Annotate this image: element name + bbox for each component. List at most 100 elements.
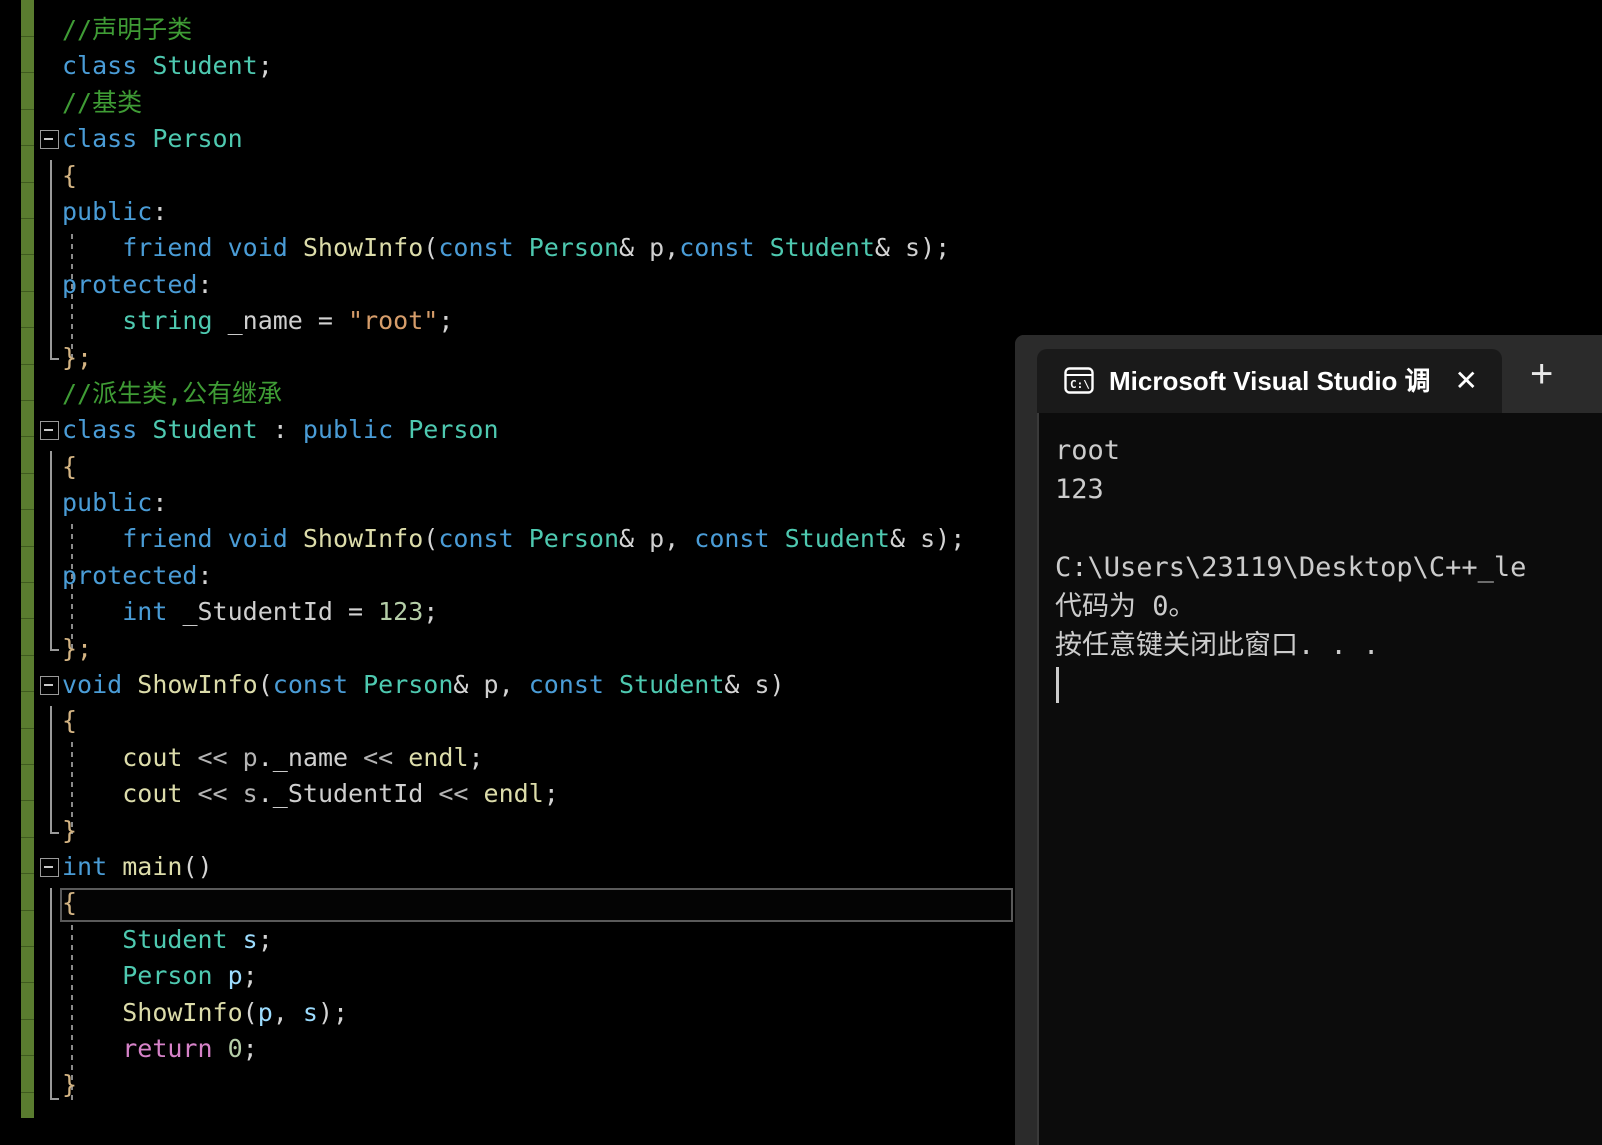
code-line[interactable]: } bbox=[0, 1067, 1015, 1103]
code-token: class bbox=[62, 415, 138, 445]
console-tab-title: Microsoft Visual Studio 调试控 bbox=[1109, 366, 1429, 396]
code-token: //派生类,公有继承 bbox=[62, 378, 283, 408]
code-token: public bbox=[62, 196, 153, 226]
code-token: ); bbox=[935, 524, 966, 554]
console-line: root bbox=[1055, 435, 1121, 466]
code-token: }; bbox=[62, 342, 93, 372]
fold-collapse-icon[interactable] bbox=[40, 857, 59, 877]
code-token: : bbox=[152, 196, 168, 226]
code-token: s bbox=[242, 779, 258, 809]
console-line: C:\Users\23119\Desktop\C++_le bbox=[1055, 552, 1527, 583]
code-line[interactable]: Student s; bbox=[0, 922, 1015, 958]
console-output[interactable]: root 123 C:\Users\23119\Desktop\C++_le 代码为 … bbox=[1037, 413, 1602, 1145]
code-token: ( bbox=[257, 670, 273, 700]
code-line[interactable]: }; bbox=[0, 340, 1015, 376]
code-token: () bbox=[182, 851, 213, 881]
code-token: ); bbox=[920, 233, 951, 263]
code-token: "root" bbox=[348, 306, 439, 336]
code-token: ShowInfo bbox=[137, 670, 258, 700]
fold-collapse-icon[interactable] bbox=[40, 130, 59, 150]
code-token: << bbox=[438, 779, 469, 809]
code-line[interactable]: void ShowInfo(const Person& p, const Stu… bbox=[0, 667, 1015, 703]
code-line[interactable]: //声明子类 bbox=[0, 12, 1015, 48]
code-token: & bbox=[619, 233, 650, 263]
code-token: ; bbox=[257, 51, 273, 81]
code-token: endl bbox=[483, 779, 544, 809]
code-token: : bbox=[257, 415, 303, 445]
code-line[interactable]: protected: bbox=[0, 267, 1015, 303]
code-token: & bbox=[874, 233, 906, 263]
code-line[interactable]: friend void ShowInfo(const Person& p, co… bbox=[0, 521, 1015, 557]
code-line[interactable]: ShowInfo(p, s); bbox=[0, 995, 1015, 1031]
code-token: } bbox=[62, 815, 78, 845]
code-line[interactable]: class Person bbox=[0, 121, 1015, 157]
code-editor[interactable]: //声明子类 class Student;//基类 class Person{pub… bbox=[0, 0, 1015, 1145]
code-line[interactable]: string _name = "root"; bbox=[0, 303, 1015, 339]
code-line[interactable]: int main() bbox=[0, 849, 1015, 885]
code-line[interactable]: class Student : public Person bbox=[0, 412, 1015, 448]
code-line[interactable]: cout << s._StudentId << endl; bbox=[0, 776, 1015, 812]
code-line[interactable]: } bbox=[0, 813, 1015, 849]
code-line[interactable]: class Student; bbox=[0, 48, 1015, 84]
code-token: s bbox=[905, 233, 921, 263]
console-window[interactable]: C:\ Microsoft Visual Studio 调试控 ✕ + root… bbox=[1015, 335, 1602, 1145]
code-token: void bbox=[227, 524, 288, 554]
code-line[interactable]: public: bbox=[0, 485, 1015, 521]
code-token: endl bbox=[408, 742, 469, 772]
code-line[interactable]: protected: bbox=[0, 558, 1015, 594]
code-token: p bbox=[649, 233, 665, 263]
code-line[interactable]: { bbox=[0, 703, 1015, 739]
code-line[interactable]: //派生类,公有继承 bbox=[0, 376, 1015, 412]
code-line[interactable]: { bbox=[0, 449, 1015, 485]
code-token: ( bbox=[242, 997, 258, 1027]
code-lines[interactable]: //声明子类 class Student;//基类 class Person{pub… bbox=[0, 0, 1015, 1104]
close-icon[interactable]: ✕ bbox=[1455, 349, 1478, 413]
code-token: Student bbox=[619, 670, 725, 700]
code-token: cout bbox=[122, 779, 183, 809]
code-token: _StudentId bbox=[182, 597, 333, 627]
code-line[interactable]: Person p; bbox=[0, 958, 1015, 994]
console-titlebar[interactable]: C:\ Microsoft Visual Studio 调试控 ✕ + bbox=[1015, 335, 1602, 413]
code-token: cout bbox=[122, 742, 183, 772]
code-token: : bbox=[152, 488, 168, 518]
code-token: friend bbox=[122, 233, 213, 263]
code-token: const bbox=[272, 670, 349, 700]
code-token: & bbox=[619, 524, 650, 554]
new-tab-button[interactable]: + bbox=[1530, 335, 1553, 413]
code-token: //基类 bbox=[62, 87, 143, 117]
code-token: s bbox=[302, 997, 318, 1027]
code-token: = bbox=[302, 306, 349, 336]
fold-collapse-icon[interactable] bbox=[40, 421, 59, 441]
code-token: { bbox=[62, 451, 78, 481]
code-token: << bbox=[363, 742, 394, 772]
code-line[interactable]: int _StudentId = 123; bbox=[0, 594, 1015, 630]
code-token: , bbox=[498, 670, 529, 700]
code-line[interactable]: cout << p._name << endl; bbox=[0, 740, 1015, 776]
code-line[interactable]: }; bbox=[0, 631, 1015, 667]
code-token: friend bbox=[122, 524, 213, 554]
code-line[interactable]: //基类 bbox=[0, 85, 1015, 121]
code-line[interactable]: friend void ShowInfo(const Person& p,con… bbox=[0, 230, 1015, 266]
fold-collapse-icon[interactable] bbox=[40, 676, 59, 696]
code-line[interactable]: public: bbox=[0, 194, 1015, 230]
code-token: s bbox=[754, 670, 770, 700]
code-token: Person bbox=[528, 524, 619, 554]
code-line[interactable]: { bbox=[0, 885, 1015, 921]
code-line[interactable]: { bbox=[0, 158, 1015, 194]
console-tab[interactable]: C:\ Microsoft Visual Studio 调试控 ✕ bbox=[1037, 349, 1502, 413]
code-line[interactable]: return 0; bbox=[0, 1031, 1015, 1067]
